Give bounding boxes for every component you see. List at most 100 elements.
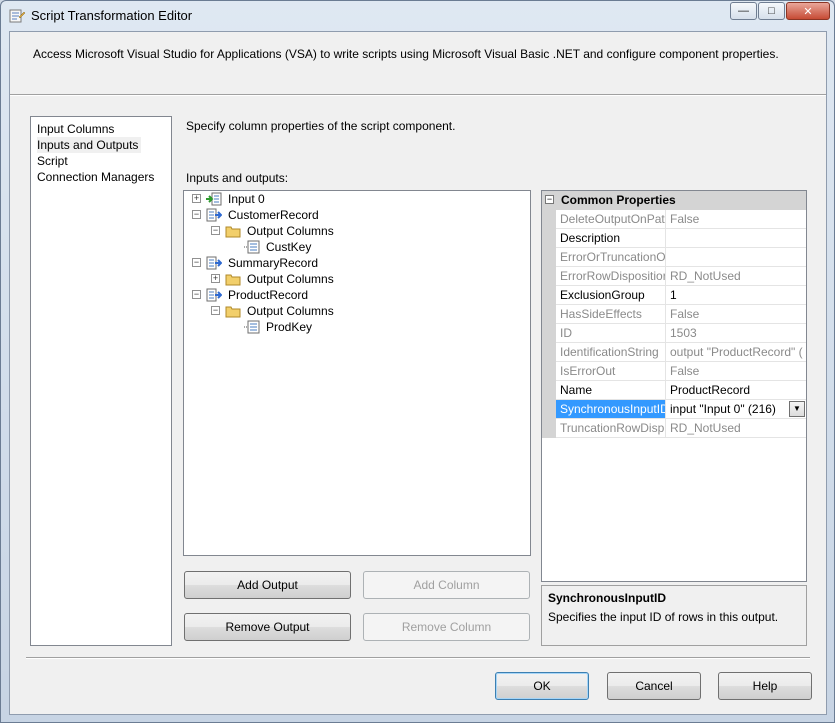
property-value: 1503 [666,324,806,343]
page-navigation-list[interactable]: Input Columns Inputs and Outputs Script … [30,116,172,646]
property-value-text: ProductRecord [670,383,751,397]
inputs-outputs-tree[interactable]: + Input 0 − CustomerRecord − Output Colu… [183,190,531,556]
expand-icon[interactable]: + [211,274,220,283]
property-name[interactable]: DeleteOutputOnPat [556,210,666,229]
add-output-button[interactable]: Add Output [184,571,351,599]
property-value-text: False [670,212,700,226]
property-row[interactable]: ErrorRowDispositior RD_NotUsed [542,267,806,286]
page-subtitle: Specify column properties of the script … [186,119,456,133]
dialog-description: Access Microsoft Visual Studio for Appli… [33,47,779,61]
property-grid[interactable]: − Common Properties DeleteOutputOnPat Fal… [541,190,807,582]
title-bar[interactable]: Script Transformation Editor — □ ✕ [1,1,834,31]
property-row[interactable]: DeleteOutputOnPat False [542,210,806,229]
help-title: SynchronousInputID [548,591,666,605]
property-value-text: RD_NotUsed [670,269,741,283]
dropdown-arrow-icon[interactable]: ▼ [789,401,805,417]
property-row[interactable]: ID 1503 [542,324,806,343]
property-value-text: False [670,307,700,321]
property-value-text: 1503 [670,326,697,340]
help-text: Specifies the input ID of rows in this o… [548,610,779,624]
collapse-icon[interactable]: − [545,195,554,204]
remove-output-button[interactable]: Remove Output [184,613,351,641]
tree-node-label: SummaryRecord [228,256,319,270]
remove-column-button[interactable]: Remove Column [363,613,530,641]
minimize-button[interactable]: — [730,2,757,20]
nav-item-input-columns[interactable]: Input Columns [37,121,114,137]
nav-item-label: Script [37,154,68,168]
output-icon [206,288,222,302]
property-category-label: Common Properties [561,193,676,207]
tree-node-label: Input 0 [228,192,265,206]
nav-item-connection-managers[interactable]: Connection Managers [37,169,154,185]
property-row-gutter [542,286,556,305]
property-value[interactable] [666,229,806,248]
tree-node-label: Output Columns [247,304,334,318]
tree-node-label: CustKey [266,240,312,254]
nav-item-label: Inputs and Outputs [37,138,139,152]
property-value[interactable]: ProductRecord [666,381,806,400]
property-name[interactable]: IsErrorOut [556,362,666,381]
inputs-outputs-label: Inputs and outputs: [186,171,289,185]
collapse-icon[interactable]: − [192,258,201,267]
property-name[interactable]: ErrorRowDispositior [556,267,666,286]
property-row[interactable]: TruncationRowDisp RD_NotUsed [542,419,806,438]
property-row-gutter [542,343,556,362]
window-controls: — □ ✕ [729,2,830,20]
collapse-icon[interactable]: − [211,226,220,235]
property-row-gutter [542,229,556,248]
property-row[interactable]: SynchronousInputID input "Input 0" (216) ▼ [542,400,806,419]
property-row[interactable]: IsErrorOut False [542,362,806,381]
window-title: Script Transformation Editor [31,8,193,23]
property-name[interactable]: ID [556,324,666,343]
property-value[interactable]: 1 [666,286,806,305]
folder-icon [225,274,241,286]
maximize-icon: □ [768,5,775,17]
add-column-button[interactable]: Add Column [363,571,530,599]
collapse-icon[interactable]: − [211,306,220,315]
collapse-icon[interactable]: − [192,290,201,299]
output-icon [206,256,222,270]
property-row[interactable]: ExclusionGroup 1 [542,286,806,305]
property-row[interactable]: Description [542,229,806,248]
tree-node-label: Output Columns [247,272,334,286]
property-row-gutter [542,248,556,267]
property-value-text: input "Input 0" (216) [670,402,776,416]
expand-icon[interactable]: + [192,194,201,203]
output-icon [206,208,222,222]
property-value[interactable]: input "Input 0" (216) ▼ [666,400,806,419]
property-row-gutter [542,324,556,343]
nav-item-label: Input Columns [37,122,115,136]
property-row[interactable]: HasSideEffects False [542,305,806,324]
collapse-icon[interactable]: − [192,210,201,219]
close-button[interactable]: ✕ [786,2,830,20]
property-name[interactable]: HasSideEffects [556,305,666,324]
nav-item-script[interactable]: Script [37,153,68,169]
property-name[interactable]: ErrorOrTruncationO [556,248,666,267]
cancel-button[interactable]: Cancel [607,672,701,700]
tree-node-label: CustomerRecord [228,208,319,222]
property-row[interactable]: ErrorOrTruncationO [542,248,806,267]
property-name[interactable]: Name [556,381,666,400]
property-row-gutter [542,400,556,419]
property-name[interactable]: TruncationRowDisp [556,419,666,438]
ok-button[interactable]: OK [495,672,589,700]
maximize-button[interactable]: □ [758,2,785,20]
property-name[interactable]: Description [556,229,666,248]
property-row[interactable]: IdentificationString output "ProductRecor… [542,343,806,362]
property-row-gutter [542,267,556,286]
help-button[interactable]: Help [718,672,812,700]
nav-item-inputs-and-outputs[interactable]: Inputs and Outputs [37,137,142,153]
script-transformation-editor-window: Script Transformation Editor — □ ✕ Acces… [0,0,835,723]
property-name[interactable]: SynchronousInputID [556,400,666,419]
tree-node-label: ProductRecord [228,288,309,302]
property-row[interactable]: Name ProductRecord [542,381,806,400]
property-row-gutter [542,210,556,229]
property-value-text: 1 [670,288,677,302]
column-icon [244,240,260,254]
property-value-text: False [670,364,700,378]
footer-separator [26,657,810,659]
property-name[interactable]: IdentificationString [556,343,666,362]
property-name[interactable]: ExclusionGroup [556,286,666,305]
property-category-common[interactable]: − Common Properties [542,191,806,210]
header-separator [10,94,826,96]
